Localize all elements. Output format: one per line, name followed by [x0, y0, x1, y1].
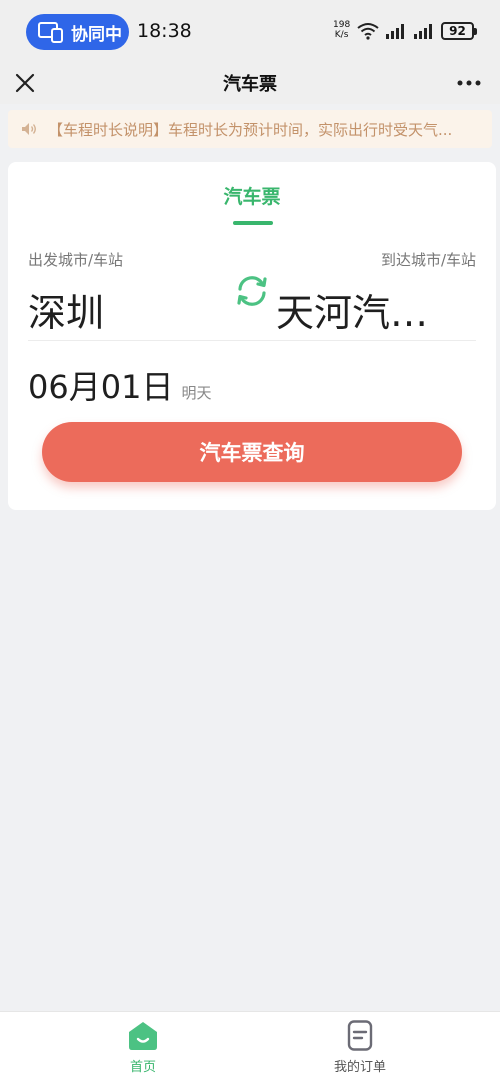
notice-text: 【车程时长说明】车程时长为预计时间，实际出行时受天气... [48, 120, 453, 139]
departure-label: 出发城市/车站 [28, 251, 124, 269]
departure-city[interactable]: 深圳 [28, 282, 104, 337]
nav-bar: 汽车票 [0, 62, 500, 104]
network-speed: 198 K/s [333, 20, 350, 40]
arrival-city[interactable]: 天河汽… [276, 282, 481, 337]
more-icon[interactable] [456, 70, 482, 96]
speaker-icon [22, 123, 36, 135]
status-bar: 协同中 18:38 198 K/s 92 [0, 0, 500, 62]
home-icon [129, 1022, 157, 1050]
order-list-icon [347, 1020, 373, 1051]
tab-home[interactable]: 首页 [83, 1020, 203, 1075]
swap-icon[interactable] [233, 272, 271, 310]
tab-my-orders-label: 我的订单 [333, 1060, 386, 1075]
collab-label: 协同中 [71, 24, 122, 45]
signal-icon [386, 24, 404, 39]
clock: 18:38 [137, 20, 192, 42]
network-speed-unit: K/s [334, 30, 349, 40]
bus-ticket-card: 汽车票 出发城市/车站 到达城市/车站 深圳 天河汽… 06月01日 明天 汽车… [8, 162, 496, 510]
collab-status-pill[interactable]: 协同中 [26, 14, 129, 50]
wifi-icon [357, 23, 379, 40]
arrival-label: 到达城市/车站 [380, 251, 476, 269]
page-title: 汽车票 [223, 74, 277, 95]
search-button[interactable]: 汽车票查询 [42, 422, 462, 482]
divider [28, 340, 476, 341]
bottom-tab-bar: 首页 我的订单 [0, 1011, 500, 1079]
notice-banner[interactable]: 【车程时长说明】车程时长为预计时间，实际出行时受天气... [8, 110, 492, 148]
tab-my-orders[interactable]: 我的订单 [300, 1020, 420, 1075]
date-value: 06月01日 [28, 368, 174, 406]
departure-date[interactable]: 06月01日 明天 [28, 362, 211, 408]
tab-active-indicator [233, 221, 273, 225]
tab-home-label: 首页 [129, 1060, 156, 1075]
date-hint: 明天 [181, 384, 212, 402]
network-speed-value: 198 [333, 20, 351, 30]
battery-indicator: 92 [441, 22, 477, 40]
tab-bus-ticket[interactable]: 汽车票 [8, 182, 496, 209]
signal-icon-2 [414, 24, 432, 39]
multi-device-icon [38, 22, 63, 43]
